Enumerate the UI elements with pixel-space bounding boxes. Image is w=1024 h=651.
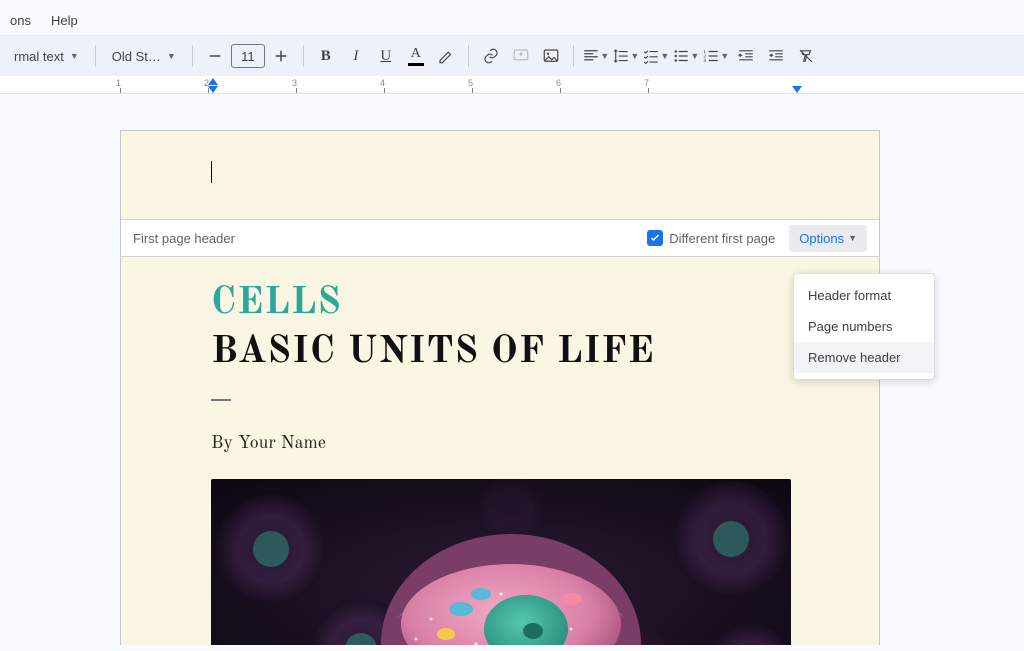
bulleted-list-icon [672, 47, 690, 65]
header-label: First page header [133, 231, 235, 246]
font-family-label: Old St… [112, 49, 161, 64]
highlight-color-button[interactable] [432, 42, 460, 70]
comment-plus-icon [512, 47, 530, 65]
ruler-mark: 2 [204, 78, 209, 88]
numbered-list-icon: 123 [702, 47, 720, 65]
underline-button[interactable]: U [372, 42, 400, 70]
title-subtitle[interactable]: BASIC UNITS OF LIFE [211, 330, 789, 377]
different-first-page-checkbox[interactable] [647, 230, 663, 246]
clear-formatting-icon [797, 47, 815, 65]
ruler-mark: 3 [292, 78, 297, 88]
ruler-mark: 1 [116, 78, 121, 88]
clear-formatting-button[interactable] [792, 42, 820, 70]
insert-comment-button[interactable] [507, 42, 535, 70]
menu-item-help[interactable]: Help [41, 7, 88, 34]
paragraph-style-label: rmal text [14, 49, 64, 64]
font-family-select[interactable]: Old St… ▼ [104, 42, 184, 70]
bold-button[interactable]: B [312, 42, 340, 70]
title-main[interactable]: CELLS [211, 281, 789, 328]
image-icon [542, 47, 560, 65]
line-spacing-button[interactable]: ▼ [612, 42, 640, 70]
decrease-font-button[interactable] [201, 42, 229, 70]
chevron-down-icon: ▼ [600, 51, 609, 61]
options-label: Options [799, 231, 844, 246]
svg-text:3: 3 [704, 58, 707, 63]
separator [468, 45, 469, 67]
font-size-input[interactable]: 11 [231, 44, 265, 68]
chevron-down-icon: ▼ [167, 51, 176, 61]
header-options-menu: Header format Page numbers Remove header [793, 273, 935, 380]
separator [192, 45, 193, 67]
insert-link-button[interactable] [477, 42, 505, 70]
menu-bar: ons Help [0, 6, 1024, 36]
bulleted-list-button[interactable]: ▼ [672, 42, 700, 70]
indent-decrease-icon [737, 47, 755, 65]
checklist-icon [642, 47, 660, 65]
highlighter-icon [437, 47, 455, 65]
indent-increase-icon [767, 47, 785, 65]
plus-icon [272, 47, 290, 65]
chevron-down-icon: ▼ [690, 51, 699, 61]
header-options-button[interactable]: Options ▼ [789, 225, 867, 252]
paragraph-style-select[interactable]: rmal text ▼ [6, 42, 87, 70]
menu-item-remove-header[interactable]: Remove header [794, 342, 934, 373]
menu-item-extensions-partial[interactable]: ons [0, 7, 41, 34]
chevron-down-icon: ▼ [660, 51, 669, 61]
byline-text[interactable]: By Your Name [211, 433, 789, 455]
chevron-down-icon: ▼ [70, 51, 79, 61]
chevron-down-icon: ▼ [630, 51, 639, 61]
check-icon [649, 232, 661, 244]
increase-font-button[interactable] [267, 42, 295, 70]
text-color-button[interactable]: A [402, 42, 430, 70]
chevron-down-icon: ▼ [720, 51, 729, 61]
ruler-mark: 6 [556, 78, 561, 88]
line-spacing-icon [612, 47, 630, 65]
decrease-indent-button[interactable] [732, 42, 760, 70]
italic-button[interactable]: I [342, 42, 370, 70]
separator [303, 45, 304, 67]
increase-indent-button[interactable] [762, 42, 790, 70]
document-content[interactable]: CELLS BASIC UNITS OF LIFE By Your Name [121, 257, 879, 645]
align-button[interactable]: ▼ [582, 42, 610, 70]
align-left-icon [582, 47, 600, 65]
divider-short [211, 399, 231, 401]
toolbar: rmal text ▼ Old St… ▼ 11 B I U A ▼ ▼ [0, 36, 1024, 76]
ruler-mark: 4 [380, 78, 385, 88]
horizontal-ruler[interactable]: 1 2 3 4 5 6 7 [0, 76, 1024, 94]
cell-illustration [211, 479, 791, 645]
menu-item-header-format[interactable]: Header format [794, 280, 934, 311]
minus-icon [206, 47, 224, 65]
separator [573, 45, 574, 67]
ruler-mark: 5 [468, 78, 473, 88]
ruler-mark: 7 [644, 78, 649, 88]
chevron-down-icon: ▼ [848, 233, 857, 243]
right-indent-marker[interactable] [792, 86, 802, 93]
header-options-bar: First page header Different first page O… [121, 219, 879, 257]
insert-image-button[interactable] [537, 42, 565, 70]
document-page[interactable]: First page header Different first page O… [120, 130, 880, 645]
menu-item-page-numbers[interactable]: Page numbers [794, 311, 934, 342]
hero-image[interactable] [211, 479, 791, 645]
editor-canvas[interactable]: First page header Different first page O… [0, 96, 1024, 645]
text-cursor [211, 161, 212, 183]
numbered-list-button[interactable]: 123 ▼ [702, 42, 730, 70]
checklist-button[interactable]: ▼ [642, 42, 670, 70]
link-icon [482, 47, 500, 65]
separator [95, 45, 96, 67]
different-first-page-label: Different first page [669, 231, 775, 246]
